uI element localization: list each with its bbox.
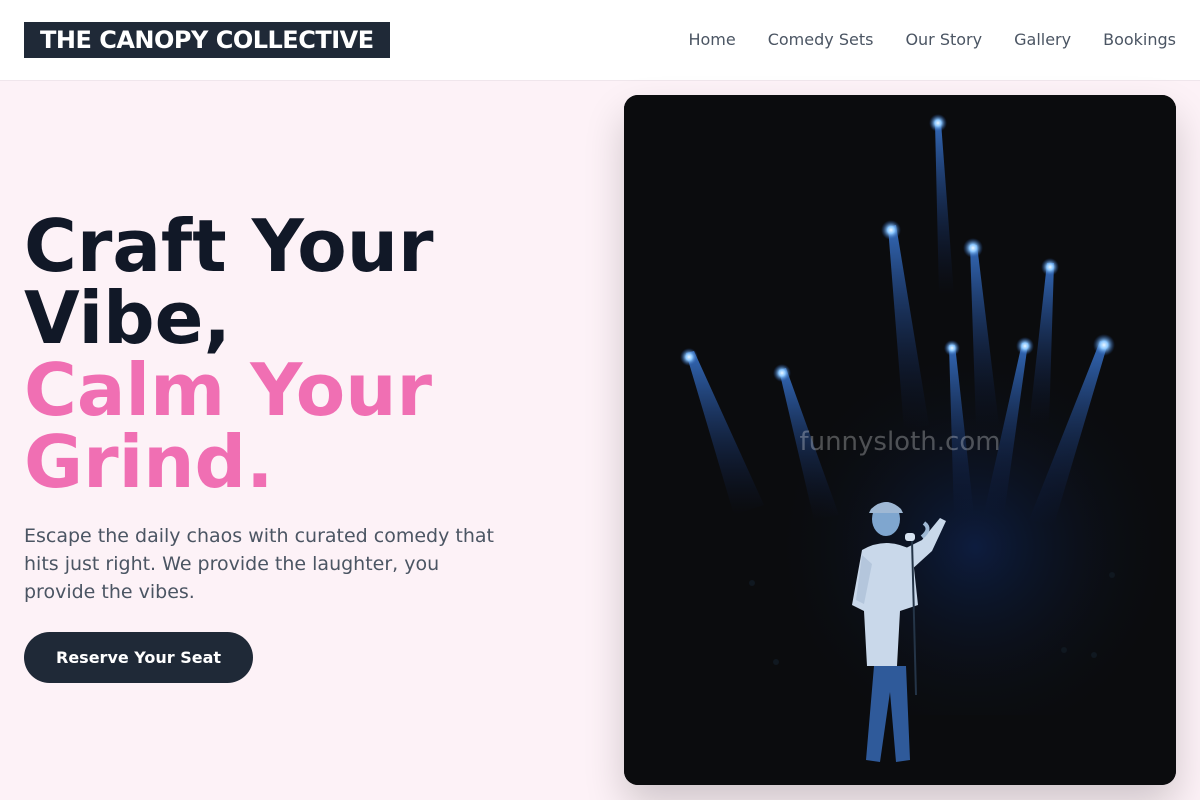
nav-link-gallery[interactable]: Gallery (1014, 30, 1071, 49)
hero-section: Craft Your Vibe, Calm Your Grind. (24, 210, 584, 498)
nav-link-home[interactable]: Home (688, 30, 735, 49)
top-navigation-bar: THE CANOPY COLLECTIVE Home Comedy Sets O… (0, 0, 1200, 81)
hero-headline: Craft Your Vibe, Calm Your Grind. (24, 210, 584, 498)
image-watermark: funnysloth.com (799, 427, 1001, 457)
brand-logo[interactable]: THE CANOPY COLLECTIVE (24, 22, 390, 58)
nav-link-our-story[interactable]: Our Story (905, 30, 982, 49)
main-nav: Home Comedy Sets Our Story Gallery Booki… (688, 28, 1176, 50)
reserve-seat-button[interactable]: Reserve Your Seat (24, 632, 254, 683)
headline-line: Vibe, (24, 276, 231, 360)
headline-accent-line: Grind. (24, 420, 274, 504)
nav-link-bookings[interactable]: Bookings (1103, 30, 1176, 49)
headline-accent-line: Calm Your (24, 348, 432, 432)
nav-link-comedy-sets[interactable]: Comedy Sets (768, 30, 874, 49)
hero-description: Escape the daily chaos with curated come… (24, 525, 494, 603)
headline-line: Craft Your (24, 204, 434, 288)
hero-image: funnysloth.com (624, 95, 1176, 785)
